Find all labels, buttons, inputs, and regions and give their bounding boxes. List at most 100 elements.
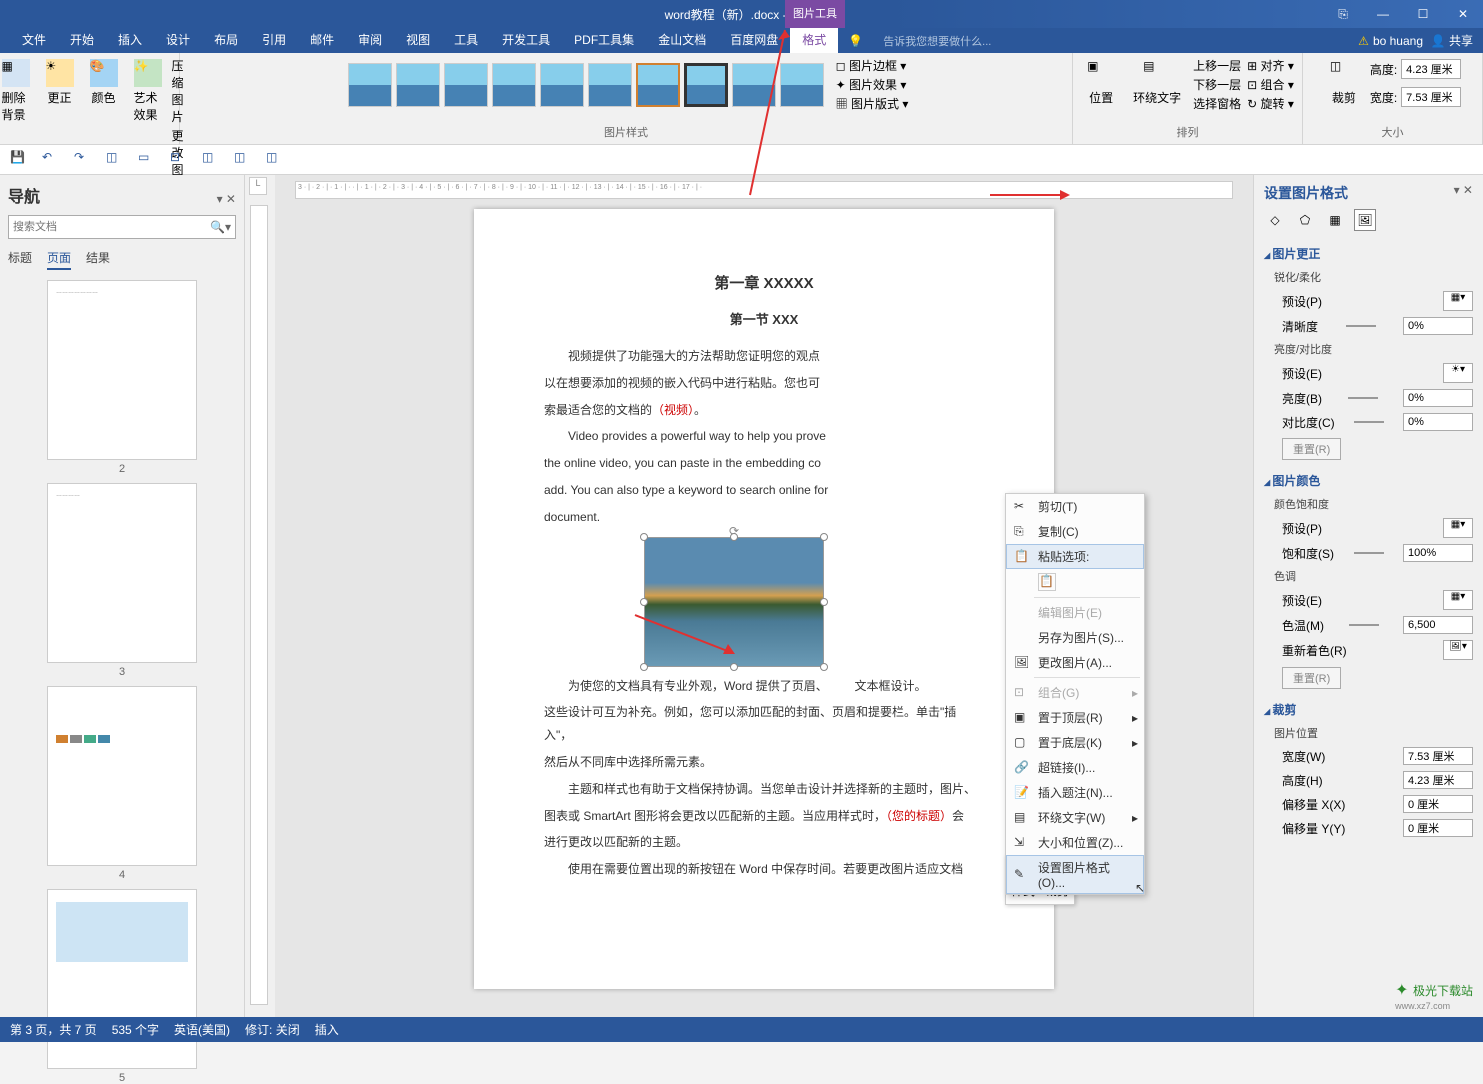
picture-tab-icon[interactable]: 🖼 xyxy=(1354,209,1376,231)
tab-layout[interactable]: 布局 xyxy=(202,28,250,53)
tab-view[interactable]: 视图 xyxy=(394,28,442,53)
height-input[interactable] xyxy=(1401,59,1461,79)
ctx-wrap-text[interactable]: ▤环绕文字(W)▸ xyxy=(1006,805,1144,830)
qat-icon[interactable]: ⊡ xyxy=(170,150,190,170)
maximize-icon[interactable]: ☐ xyxy=(1403,0,1443,28)
nav-tab-headings[interactable]: 标题 xyxy=(8,249,32,270)
status-track[interactable]: 修订: 关闭 xyxy=(245,1021,300,1038)
picture-effects-button[interactable]: ✦ 图片效果 ▾ xyxy=(836,76,909,93)
qat-icon[interactable]: ◫ xyxy=(106,150,126,170)
nav-tab-pages[interactable]: 页面 xyxy=(47,249,71,270)
contrast-input[interactable] xyxy=(1403,413,1473,431)
tab-developer[interactable]: 开发工具 xyxy=(490,28,562,53)
saturation-slider[interactable] xyxy=(1354,552,1384,554)
tab-file[interactable]: 文件 xyxy=(10,28,58,53)
sharpness-slider[interactable] xyxy=(1346,325,1376,327)
tell-me-input[interactable]: 告诉我您想要做什么... xyxy=(883,33,991,49)
align-button[interactable]: ⊞ 对齐 ▾ xyxy=(1247,57,1294,74)
ctx-paste-options[interactable]: 📋粘贴选项: xyxy=(1006,544,1144,569)
ctx-paste-option-1[interactable]: 📋 xyxy=(1006,569,1144,595)
layout-tab-icon[interactable]: ▦ xyxy=(1324,209,1346,231)
undo-icon[interactable]: ↶ xyxy=(42,150,62,170)
tab-design[interactable]: 设计 xyxy=(154,28,202,53)
preset3-dropdown[interactable]: ▦▾ xyxy=(1443,518,1473,538)
tab-kingsoft[interactable]: 金山文档 xyxy=(646,28,718,53)
send-backward-button[interactable]: 下移一层 xyxy=(1193,76,1241,93)
qat-icon[interactable]: ◫ xyxy=(202,150,222,170)
ctx-size-position[interactable]: ⇲大小和位置(Z)... xyxy=(1006,830,1144,855)
tab-pdf[interactable]: PDF工具集 xyxy=(562,28,646,53)
ctx-save-as-picture[interactable]: 另存为图片(S)... xyxy=(1006,625,1144,650)
rotate-button[interactable]: ↻ 旋转 ▾ xyxy=(1247,95,1294,112)
tab-home[interactable]: 开始 xyxy=(58,28,106,53)
ctx-insert-caption[interactable]: 📝插入题注(N)... xyxy=(1006,780,1144,805)
fill-line-tab-icon[interactable]: ◇ xyxy=(1264,209,1286,231)
sharpness-input[interactable] xyxy=(1403,317,1473,335)
ctx-copy[interactable]: ⎘复制(C) xyxy=(1006,519,1144,544)
ctx-format-picture[interactable]: ✎设置图片格式(O)...↖ xyxy=(1006,855,1144,894)
page-thumbnail[interactable]: ………… xyxy=(47,483,197,663)
page-thumbnail[interactable] xyxy=(47,889,197,1069)
preset-dropdown[interactable]: ▦▾ xyxy=(1443,291,1473,311)
tab-review[interactable]: 审阅 xyxy=(346,28,394,53)
reset-button-1[interactable]: 重置(R) xyxy=(1282,438,1341,460)
tab-baidu[interactable]: 百度网盘 xyxy=(718,28,790,53)
tab-mail[interactable]: 邮件 xyxy=(298,28,346,53)
position-button[interactable]: ▣位置 xyxy=(1081,57,1121,112)
crop-button[interactable]: ◫裁剪 xyxy=(1324,57,1364,108)
section-crop[interactable]: 裁剪 xyxy=(1264,697,1473,722)
tab-tools[interactable]: 工具 xyxy=(442,28,490,53)
selected-picture[interactable]: ⟳ xyxy=(644,537,824,667)
width-input[interactable] xyxy=(1401,87,1461,107)
wrap-text-button[interactable]: ▤环绕文字 xyxy=(1127,57,1187,112)
status-insert[interactable]: 插入 xyxy=(315,1021,339,1038)
save-icon[interactable]: 💾 xyxy=(10,150,30,170)
page-thumbnail[interactable]: ………………… xyxy=(47,280,197,460)
minimize-icon[interactable]: — xyxy=(1363,0,1403,28)
picture-layout-button[interactable]: ▦ 图片版式 ▾ xyxy=(836,95,909,112)
ctx-bring-front[interactable]: ▣置于顶层(R)▸ xyxy=(1006,705,1144,730)
redo-icon[interactable]: ↷ xyxy=(74,150,94,170)
preset2-dropdown[interactable]: ☀▾ xyxy=(1443,363,1473,383)
tab-selector[interactable]: L xyxy=(249,177,267,195)
group-button[interactable]: ⊡ 组合 ▾ xyxy=(1247,76,1294,93)
crop-width-input[interactable] xyxy=(1403,747,1473,765)
preset4-dropdown[interactable]: ▦▾ xyxy=(1443,590,1473,610)
offset-x-input[interactable] xyxy=(1403,795,1473,813)
offset-y-input[interactable] xyxy=(1403,819,1473,837)
bring-forward-button[interactable]: 上移一层 xyxy=(1193,57,1241,74)
temp-input[interactable] xyxy=(1403,616,1473,634)
artistic-button[interactable]: ✨艺术效果 xyxy=(128,57,168,125)
color-button[interactable]: 🎨颜色 xyxy=(84,57,124,108)
ctx-change-picture[interactable]: 🖼更改图片(A)... xyxy=(1006,650,1144,675)
ctx-hyperlink[interactable]: 🔗超链接(I)... xyxy=(1006,755,1144,780)
user-account[interactable]: ⚠bo huang xyxy=(1358,34,1423,48)
page-thumbnail[interactable] xyxy=(47,686,197,866)
picture-styles-gallery[interactable] xyxy=(344,59,828,111)
search-input[interactable] xyxy=(9,216,206,238)
qat-icon[interactable]: ◫ xyxy=(234,150,254,170)
section-color[interactable]: 图片颜色 xyxy=(1264,468,1473,493)
contrast-slider[interactable] xyxy=(1354,421,1384,423)
brightness-slider[interactable] xyxy=(1348,397,1378,399)
corrections-button[interactable]: ☀更正 xyxy=(40,57,80,108)
tab-format[interactable]: 格式 xyxy=(790,28,838,53)
recolor-dropdown[interactable]: 🖼▾ xyxy=(1443,640,1473,660)
search-icon[interactable]: 🔍▾ xyxy=(206,216,235,238)
pane-close-icon[interactable]: ▾ ✕ xyxy=(1454,183,1473,209)
effects-tab-icon[interactable]: ⬠ xyxy=(1294,209,1316,231)
ribbon-options-icon[interactable]: ⎘ xyxy=(1323,0,1363,28)
share-button[interactable]: 👤 共享 xyxy=(1431,32,1473,49)
brightness-input[interactable] xyxy=(1403,389,1473,407)
crop-height-input[interactable] xyxy=(1403,771,1473,789)
nav-dropdown-icon[interactable]: ▾ ✕ xyxy=(217,192,236,206)
vertical-ruler[interactable] xyxy=(250,205,268,1005)
qat-icon[interactable]: ▭ xyxy=(138,150,158,170)
selection-pane-button[interactable]: 选择窗格 xyxy=(1193,95,1241,112)
horizontal-ruler[interactable]: 3 · | · 2 · | · 1 · | · · | · 1 · | · 2 … xyxy=(295,181,1233,199)
qat-icon[interactable]: ◫ xyxy=(266,150,286,170)
reset-button-2[interactable]: 重置(R) xyxy=(1282,667,1341,689)
close-icon[interactable]: ✕ xyxy=(1443,0,1483,28)
picture-border-button[interactable]: ◻ 图片边框 ▾ xyxy=(836,57,909,74)
remove-bg-button[interactable]: ▦删除背景 xyxy=(0,57,36,125)
